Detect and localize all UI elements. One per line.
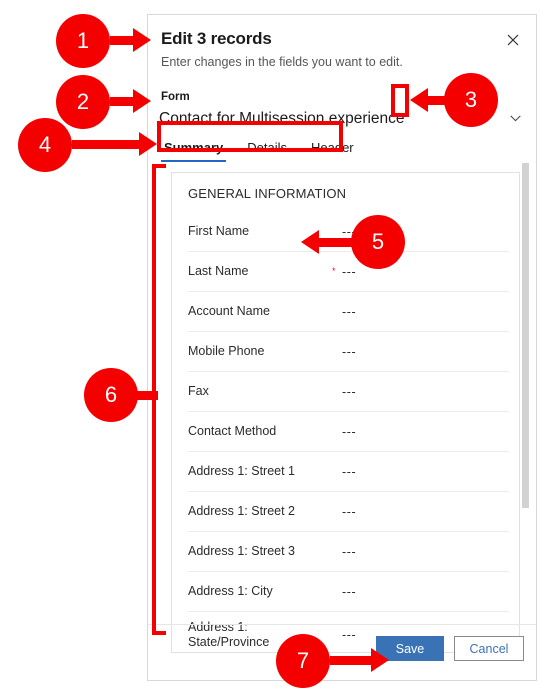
field-row[interactable]: Address 1: Street 1 --- (188, 451, 509, 491)
required-asterisk-icon: * (332, 266, 336, 276)
field-row[interactable]: Address 1: City --- (188, 571, 509, 611)
field-value[interactable]: --- (342, 545, 356, 559)
field-value[interactable]: --- (342, 465, 356, 479)
field-rows-container: First Name --- Last Name * --- Account Name --… (172, 212, 519, 652)
chevron-down-icon[interactable] (507, 111, 523, 127)
field-row[interactable]: Mobile Phone --- (188, 331, 509, 371)
field-label: First Name (188, 224, 250, 238)
field-label: Contact Method (188, 424, 277, 438)
field-row[interactable]: Fax --- (188, 371, 509, 411)
page-title: Edit 3 records (161, 29, 272, 48)
field-row[interactable]: Contact Method --- (188, 411, 509, 451)
callout-badge-4: 4 (18, 118, 72, 172)
tab-details[interactable]: Details (244, 140, 290, 162)
field-label: Fax (188, 384, 209, 398)
callout-arrow-2 (110, 89, 151, 113)
field-value[interactable]: --- (342, 265, 356, 279)
form-select-dropdown[interactable]: Contact for Multisession experience (159, 106, 527, 131)
edit-records-dialog: Edit 3 records Enter changes in the fiel… (147, 14, 537, 681)
section-title: GENERAL INFORMATION (188, 186, 347, 201)
field-row[interactable]: Address 1: Street 2 --- (188, 491, 509, 531)
dialog-header: Edit 3 records Enter changes in the fiel… (148, 15, 536, 77)
field-row[interactable]: First Name --- (188, 212, 509, 251)
field-value[interactable]: --- (342, 385, 356, 399)
fields-scrollbar-track[interactable] (522, 157, 529, 638)
field-row[interactable]: Address 1: Street 3 --- (188, 531, 509, 571)
callout-arrow-1 (110, 28, 151, 52)
cancel-button[interactable]: Cancel (454, 636, 524, 661)
tab-header[interactable]: Header (308, 140, 357, 162)
dialog-footer: Save Cancel (148, 624, 536, 680)
form-tabs: Summary Details Header (161, 140, 357, 166)
field-value[interactable]: --- (342, 345, 356, 359)
field-row[interactable]: Account Name --- (188, 291, 509, 331)
form-field-label: Form (161, 91, 190, 103)
tab-summary[interactable]: Summary (161, 140, 227, 162)
field-label: Address 1: Street 3 (188, 544, 296, 558)
callout-arrow-4 (72, 132, 157, 156)
field-label: Address 1: City (188, 584, 273, 598)
fields-panel: GENERAL INFORMATION First Name --- Last Na… (171, 172, 520, 653)
form-select-value: Contact for Multisession experience (159, 109, 405, 127)
field-label: Address 1: Street 2 (188, 504, 296, 518)
field-value[interactable]: --- (342, 225, 356, 239)
field-value[interactable]: --- (342, 305, 356, 319)
fields-scrollbar-thumb[interactable] (522, 163, 529, 508)
field-label: Account Name (188, 304, 270, 318)
field-label: Last Name (188, 264, 249, 278)
save-button[interactable]: Save (376, 636, 444, 661)
field-value[interactable]: --- (342, 425, 356, 439)
field-value[interactable]: --- (342, 585, 356, 599)
dialog-subtitle: Enter changes in the fields you want to … (161, 55, 403, 69)
close-icon[interactable] (500, 27, 526, 53)
field-row[interactable]: Last Name * --- (188, 251, 509, 291)
field-label: Address 1: Street 1 (188, 464, 296, 478)
callout-badge-1: 1 (56, 14, 110, 68)
field-value[interactable]: --- (342, 505, 356, 519)
callout-badge-2: 2 (56, 75, 110, 129)
field-label: Mobile Phone (188, 344, 265, 358)
callout-badge-6: 6 (84, 368, 138, 422)
